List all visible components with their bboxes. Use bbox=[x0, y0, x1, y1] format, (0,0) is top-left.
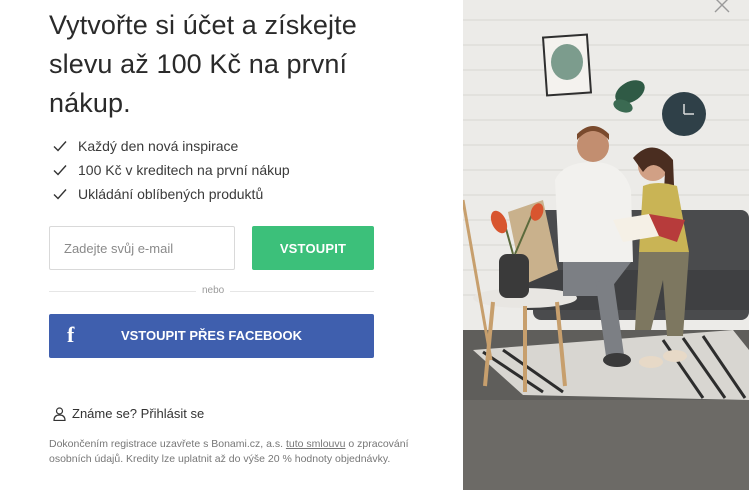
benefit-item: Ukládání oblíbených produktů bbox=[52, 182, 290, 206]
submit-button[interactable]: VSTOUPIT bbox=[252, 226, 374, 270]
legal-text: Dokončením registrace uzavřete s Bonami.… bbox=[49, 437, 419, 467]
hero-photo bbox=[463, 0, 749, 490]
or-label: nebo bbox=[196, 285, 231, 296]
terms-link[interactable]: tuto smlouvu bbox=[286, 438, 346, 450]
benefit-label: 100 Kč v kreditech na první nákup bbox=[78, 162, 290, 178]
facebook-login-button[interactable]: f VSTOUPIT PŘES FACEBOOK bbox=[49, 314, 374, 358]
benefit-item: Každý den nová inspirace bbox=[52, 134, 290, 158]
benefit-item: 100 Kč v kreditech na první nákup bbox=[52, 158, 290, 182]
login-link[interactable]: Známe se? Přihlásit se bbox=[53, 406, 204, 421]
check-icon bbox=[53, 165, 67, 176]
benefits-list: Každý den nová inspirace 100 Kč v kredit… bbox=[52, 134, 290, 206]
login-label: Známe se? Přihlásit se bbox=[72, 406, 205, 421]
signup-panel: Vytvořte si účet a získejte slevu až 100… bbox=[0, 0, 463, 490]
couple-reading-image bbox=[463, 0, 749, 490]
legal-text-start: Dokončením registrace uzavřete s Bonami.… bbox=[49, 438, 286, 450]
page-title: Vytvořte si účet a získejte slevu až 100… bbox=[49, 10, 357, 118]
benefit-label: Ukládání oblíbených produktů bbox=[78, 186, 264, 202]
check-icon bbox=[53, 189, 67, 200]
close-icon[interactable] bbox=[713, 0, 731, 14]
facebook-button-label: VSTOUPIT PŘES FACEBOOK bbox=[120, 328, 303, 343]
check-icon bbox=[53, 141, 67, 152]
email-input[interactable] bbox=[49, 226, 235, 270]
user-icon bbox=[53, 406, 66, 421]
benefit-label: Každý den nová inspirace bbox=[78, 138, 239, 154]
